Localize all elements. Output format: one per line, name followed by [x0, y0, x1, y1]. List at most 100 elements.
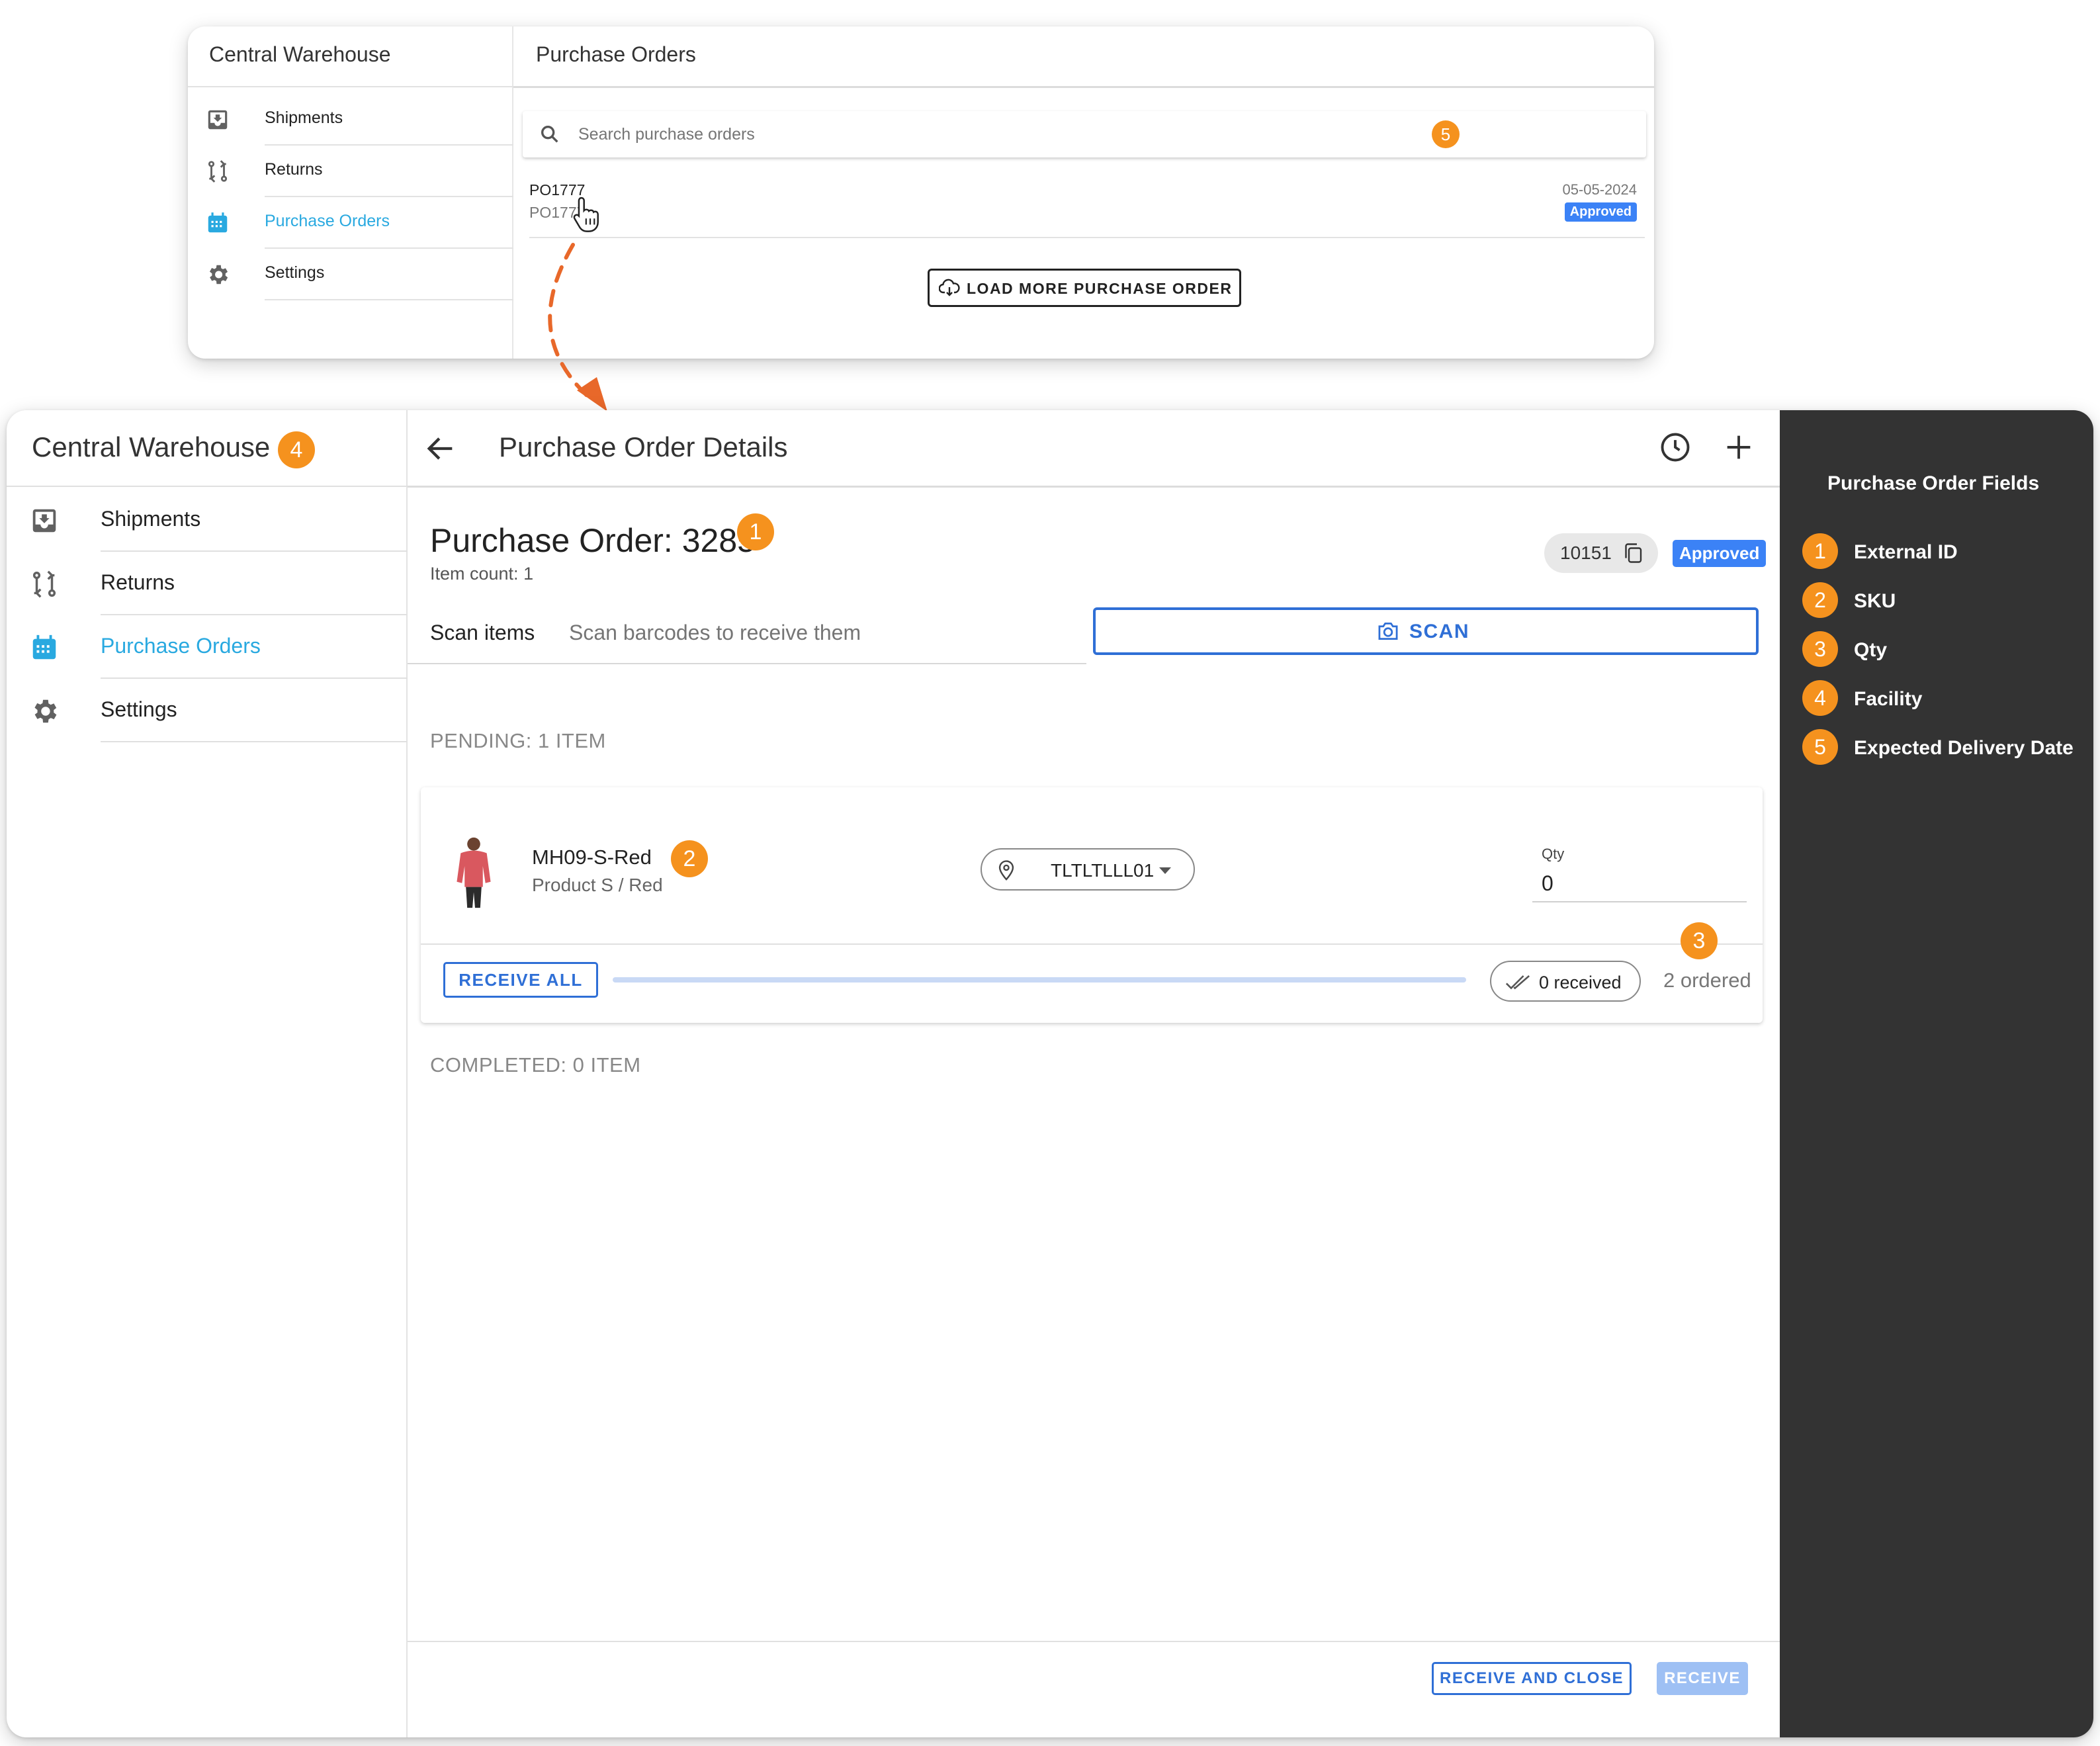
- sidebar-item-purchase-orders[interactable]: Purchase Orders: [7, 615, 408, 679]
- legend-label: Qty: [1854, 639, 1888, 661]
- back-arrow-icon[interactable]: [423, 431, 458, 466]
- calendar-icon: [29, 633, 60, 663]
- annotation-badge-1: 1: [737, 513, 774, 550]
- legend-number: 1: [1802, 533, 1838, 569]
- search-input[interactable]: [578, 120, 1571, 148]
- received-chip: 0 received: [1490, 961, 1641, 1002]
- divider: [408, 486, 1780, 488]
- divider: [7, 486, 408, 487]
- external-id-value: 10151: [1560, 543, 1612, 563]
- legend-label: Facility: [1854, 688, 1923, 710]
- item-variant: Product S / Red: [532, 875, 663, 895]
- git-compare-icon: [29, 569, 60, 599]
- receive-and-close-button[interactable]: RECEIVE AND CLOSE: [1432, 1662, 1632, 1695]
- sidebar: Central Warehouse Shipments Returns Purc…: [188, 26, 513, 359]
- legend-title: Purchase Order Fields: [1827, 472, 2040, 494]
- purchase-order-details-window: Central Warehouse 4 Shipments Returns Pu…: [7, 410, 2093, 1737]
- sidebar-item-shipments[interactable]: Shipments: [188, 94, 513, 146]
- legend-number: 5: [1802, 729, 1838, 765]
- scan-button-label: SCAN: [1409, 621, 1470, 642]
- scan-barcode-input[interactable]: [569, 614, 1072, 651]
- location-select[interactable]: TLTLTLLL01: [981, 848, 1195, 891]
- facility-title: Central Warehouse: [209, 42, 391, 66]
- list-item[interactable]: PO1777 PO1777 05-05-2024 Approved: [529, 173, 1645, 238]
- legend-label: Expected Delivery Date: [1854, 737, 2074, 759]
- inbox-download-icon: [29, 505, 60, 536]
- divider: [265, 299, 513, 300]
- sidebar-item-label: Purchase Orders: [265, 212, 390, 230]
- status-badge: Approved: [1673, 540, 1767, 567]
- sidebar-item-label: Settings: [101, 697, 177, 721]
- annotation-badge-2: 2: [671, 840, 708, 877]
- navigation-arrow: [548, 243, 607, 412]
- hand-cursor-icon: [572, 196, 603, 233]
- scan-button[interactable]: SCAN: [1093, 607, 1759, 655]
- caret-down-icon: [1158, 867, 1172, 875]
- sidebar-item-label: Purchase Orders: [101, 634, 261, 658]
- sidebar-item-purchase-orders[interactable]: Purchase Orders: [188, 197, 513, 249]
- purchase-orders-list-window: Central Warehouse Shipments Returns Purc…: [188, 26, 1654, 359]
- purchase-order-title: Purchase Order: 3285: [430, 522, 756, 559]
- camera-icon: [1376, 621, 1400, 642]
- sidebar: Central Warehouse 4 Shipments Returns Pu…: [7, 410, 408, 1737]
- pending-heading: PENDING: 1 ITEM: [430, 729, 606, 752]
- annotation-badge-5: 5: [1432, 120, 1460, 148]
- page-title: Purchase Orders: [536, 42, 696, 66]
- search-icon: [539, 123, 561, 146]
- ordered-label: 2 ordered: [1663, 969, 1751, 992]
- annotation-badge-4: 4: [278, 431, 315, 468]
- product-thumbnail: [453, 835, 495, 910]
- item-count: Item count: 1: [430, 564, 534, 584]
- qty-label: Qty: [1542, 846, 1565, 862]
- annotation-badge-3: 3: [1681, 922, 1718, 959]
- sidebar-item-label: Shipments: [101, 507, 201, 531]
- divider: [421, 943, 1763, 945]
- plus-icon[interactable]: [1722, 430, 1756, 464]
- legend-label: External ID: [1854, 541, 1958, 563]
- legend-number: 4: [1802, 680, 1838, 716]
- fields-legend-panel: Purchase Order Fields 1 External ID 2 SK…: [1780, 410, 2093, 1737]
- inbox-download-icon: [205, 107, 230, 132]
- git-compare-icon: [205, 159, 230, 184]
- legend-number: 2: [1802, 582, 1838, 618]
- scan-items-label: Scan items: [430, 621, 535, 644]
- sidebar-item-label: Returns: [101, 570, 175, 594]
- divider: [408, 663, 1086, 664]
- sidebar-item-settings[interactable]: Settings: [188, 249, 513, 300]
- receive-progress-bar: [613, 977, 1466, 982]
- sidebar-item-label: Returns: [265, 160, 323, 179]
- legend-label: SKU: [1854, 590, 1896, 612]
- received-label: 0 received: [1539, 973, 1622, 992]
- completed-heading: COMPLETED: 0 ITEM: [430, 1053, 641, 1076]
- double-check-icon: [1505, 973, 1531, 992]
- sidebar-item-shipments[interactable]: Shipments: [7, 488, 408, 552]
- external-id-chip[interactable]: 10151: [1544, 533, 1658, 573]
- divider: [513, 86, 1654, 88]
- receive-all-button[interactable]: RECEIVE ALL: [443, 962, 598, 998]
- load-more-label: LOAD MORE PURCHASE ORDER: [967, 280, 1233, 297]
- sidebar-item-label: Shipments: [265, 109, 343, 127]
- sidebar-item-returns[interactable]: Returns: [7, 552, 408, 615]
- divider: [101, 741, 408, 742]
- pending-item-card: MH09-S-Red 2 Product S / Red TLTLTLLL01 …: [421, 787, 1763, 1023]
- load-more-button[interactable]: LOAD MORE PURCHASE ORDER: [928, 269, 1241, 307]
- sidebar-item-returns[interactable]: Returns: [188, 146, 513, 197]
- order-date: 05-05-2024: [1562, 181, 1637, 198]
- sidebar-item-settings[interactable]: Settings: [7, 679, 408, 742]
- history-clock-icon[interactable]: [1658, 430, 1692, 464]
- status-badge: Approved: [1564, 202, 1637, 222]
- calendar-icon: [205, 210, 230, 236]
- item-sku: MH09-S-Red: [532, 846, 652, 869]
- divider: [408, 1641, 1780, 1642]
- legend-number: 3: [1802, 631, 1838, 667]
- search-bar: [523, 111, 1646, 157]
- cloud-download-icon: [939, 279, 960, 297]
- location-pin-icon: [996, 859, 1016, 881]
- facility-title: Central Warehouse: [32, 431, 271, 462]
- gear-icon: [205, 262, 230, 287]
- gear-icon: [29, 696, 60, 726]
- sidebar-item-label: Settings: [265, 263, 325, 282]
- qty-input[interactable]: [1532, 865, 1747, 902]
- page-title: Purchase Order Details: [499, 431, 788, 462]
- receive-button[interactable]: RECEIVE: [1657, 1662, 1748, 1695]
